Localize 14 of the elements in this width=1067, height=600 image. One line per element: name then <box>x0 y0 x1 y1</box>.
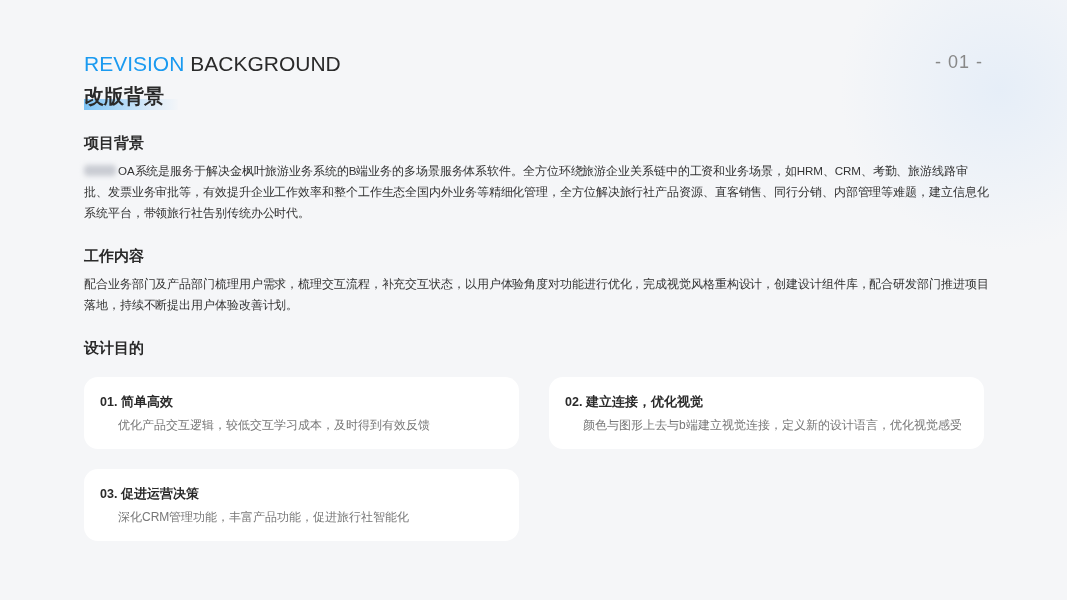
goal-description: 颜色与图形上去与b端建立视觉连接，定义新的设计语言，优化视觉感受 <box>582 417 963 434</box>
section-paragraph: OA系统是服务于解决金枫叶旅游业务系统的B端业务的多场景服务体系软件。全方位环绕旅游企业关系链中的工资和业务场景，如HRM、CRM、考勤、旅游线路审批、发票业务审批等，有效提升企业工作效率和整个工作生态全国内外业务等精细化管理，全方位解决旅行社产品资源、直客销售、同行分销、内部管理等难题，建立信息化系统平台，带领旅行社告别传统办公时代。 <box>84 163 990 221</box>
page-title: REVISION BACKGROUND <box>84 51 341 77</box>
section-heading: 项目背景 <box>84 133 145 153</box>
goal-title: 02. 建立连接，优化视觉 <box>565 393 704 411</box>
section-heading: 设计目的 <box>84 338 145 358</box>
goal-description: 深化CRM管理功能，丰富产品功能，促进旅行社智能化 <box>117 509 411 526</box>
goal-description: 优化产品交互逻辑，较低交互学习成本，及时得到有效反馈 <box>117 417 431 434</box>
section-heading: 工作内容 <box>84 246 145 266</box>
goal-title: 03. 促进运营决策 <box>100 486 200 503</box>
section-paragraph: 配合业务部门及产品部门梳理用户需求，梳理交互流程，补充交互状态，以用户体验角度对功能进行优化，完成视觉风格重构设计，创建设计组件库，配合研发部门推进项目落地，持续不断提出用户体验改善计划。 <box>84 276 990 313</box>
blurred-text <box>84 165 116 176</box>
goal-title: 01. 简单高效 <box>100 393 174 411</box>
page-number: - 01 - <box>935 52 983 73</box>
